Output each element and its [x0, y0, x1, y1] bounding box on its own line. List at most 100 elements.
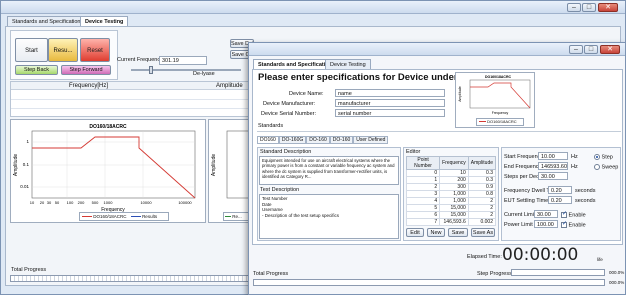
standard-tab-user-defined[interactable]: User Defined [353, 136, 389, 144]
table-row[interactable]: 4 1,000 2 [405, 197, 497, 205]
close-button[interactable]: ✕ [600, 45, 620, 54]
table-row[interactable]: 7 146,593.6 0.002 [405, 218, 497, 226]
settling-time-unit: seconds [575, 198, 596, 204]
current-limit-field[interactable]: 30.00 [534, 210, 558, 218]
cell-amplitude: 0.3 [467, 176, 497, 184]
cell-amplitude: 0.8 [467, 190, 497, 198]
power-limit-enable[interactable]: Enable [561, 220, 586, 228]
mini-plot-area [469, 79, 531, 109]
maximize-icon: □ [588, 46, 594, 53]
minimize-button[interactable]: – [567, 3, 581, 12]
new-button[interactable]: New [427, 228, 445, 237]
table-row[interactable]: 0 10 0.3 [405, 169, 497, 177]
tab-device-testing[interactable]: Device Testing [325, 59, 371, 69]
cell-frequency: 15,000 [439, 211, 469, 219]
minimize-button[interactable]: – [569, 45, 583, 54]
secondary-legend-swatch [225, 216, 231, 218]
secondary-chart-svg: Amplitude [211, 130, 250, 199]
cell-point: 1 [405, 176, 441, 184]
current-frequency-field[interactable]: 301.19 [159, 56, 207, 65]
x-tick: 10 [30, 200, 35, 205]
test-description-text[interactable]: Test Number Date Username - Description … [259, 194, 399, 239]
table-row[interactable]: 5 15,000 2 [405, 204, 497, 212]
settling-time-label: EUT Settling Time [504, 198, 549, 204]
table-row[interactable]: 6 15,000 2 [405, 211, 497, 219]
tab-standards[interactable]: Standards and Specifications [7, 16, 89, 26]
current-limit-label: Current Limit [504, 212, 536, 218]
cell-amplitude: 0.002 [467, 218, 497, 226]
cell-amplitude: 0.9 [467, 183, 497, 191]
table-row[interactable]: 2 300 0.9 [405, 183, 497, 191]
step-back-button[interactable]: Step Back [15, 65, 58, 75]
cell-frequency: 1,000 [439, 190, 469, 198]
serial-number-field[interactable]: serial number [335, 109, 445, 117]
resume-button[interactable]: Resu... [48, 38, 78, 62]
secondary-legend: Re... [223, 212, 249, 221]
step-radio[interactable]: Step [594, 154, 613, 160]
elapsed-time-unit: life [597, 257, 603, 262]
save-as-button[interactable]: Save As [471, 228, 495, 237]
legend-swatch-results [130, 216, 141, 218]
standard-description-text[interactable]: Equipment intended for use on aircraft e… [259, 156, 399, 185]
cell-point: 4 [405, 197, 441, 205]
standards-label: Standards [258, 123, 284, 129]
minimize-icon: – [572, 4, 576, 11]
cell-amplitude: 2 [467, 211, 497, 219]
dwell-time-field[interactable]: 0.20 [548, 186, 572, 194]
device-name-field[interactable]: name [335, 89, 445, 97]
checkbox-icon [561, 210, 567, 218]
step-forward-button[interactable]: Step Forward [61, 65, 111, 75]
start-button[interactable]: Start [15, 38, 48, 62]
standard-tab[interactable]: DO-160 [329, 136, 354, 144]
tab-device-testing[interactable]: Device Testing [80, 16, 129, 26]
current-limit-enable-label: Enable [568, 212, 586, 219]
standard-tab[interactable]: DO-160 [306, 136, 330, 144]
cell-point: 7 [405, 218, 441, 226]
start-frequency-field[interactable]: 10.00 [538, 152, 568, 160]
current-limit-enable[interactable]: Enable [561, 210, 586, 219]
editor-label: Editor [406, 149, 421, 155]
maximize-button[interactable]: □ [582, 3, 596, 12]
manufacturer-field[interactable]: manufacturer [335, 99, 445, 107]
serial-number-label: Device Serial Number: [261, 111, 317, 117]
cell-point: 5 [405, 204, 441, 212]
maximize-button[interactable]: □ [584, 45, 598, 54]
total-progress-percent: 000.0% [609, 280, 625, 285]
standard-description-label: Standard Description [260, 149, 312, 155]
cell-point: 6 [405, 211, 441, 219]
settling-time-field[interactable]: 0.20 [548, 196, 572, 204]
y-tick-0.01: 0.01 [20, 184, 29, 189]
cell-frequency: 200 [439, 176, 469, 184]
delay-slider-handle[interactable] [149, 66, 153, 74]
elapsed-time-value: 00:00:00 [502, 245, 579, 265]
checkbox-icon [561, 220, 567, 228]
save-button[interactable]: Save [448, 228, 468, 237]
power-limit-label: Power Limit [504, 222, 533, 228]
grid-header-frequency: Frequency[Hz] [69, 83, 109, 89]
power-limit-field[interactable]: 100.00 [534, 220, 558, 228]
grid-row-divider [11, 108, 249, 109]
front-window: – □ ✕ Standards and Specifications Devic… [248, 42, 626, 295]
x-tick: 200 [78, 200, 85, 205]
standard-tab[interactable]: DO-160G [278, 136, 307, 144]
table-row[interactable]: 1 200 0.3 [405, 176, 497, 184]
front-window-titlebar: – □ ✕ [249, 43, 625, 56]
y-tick-1: 1 [26, 139, 29, 144]
end-frequency-field[interactable]: 146593.60 [538, 162, 568, 170]
standard-tab[interactable]: DO160 [257, 136, 279, 144]
end-frequency-label: End Frequency [504, 164, 542, 170]
sweep-radio-label: Sweep [601, 164, 619, 171]
editor-header-frequency: Frequency [439, 156, 469, 170]
sweep-radio[interactable]: Sweep [594, 164, 618, 170]
mini-chart: DO160/18ACRC Frequency Amplitude DO160/1… [455, 72, 535, 128]
reset-button[interactable]: Reset [80, 38, 110, 62]
cell-frequency: 300 [439, 183, 469, 191]
x-tick: 100000 [178, 200, 192, 205]
table-row[interactable]: 3 1,000 0.8 [405, 190, 497, 198]
chart-plot-area [31, 130, 196, 199]
legend-spec: DO160/18ACRC [93, 214, 127, 219]
current-frequency-label: Current Frequency [117, 57, 163, 63]
steps-per-decade-field[interactable]: 30.00 [538, 172, 568, 180]
close-button[interactable]: ✕ [598, 3, 618, 12]
edit-button[interactable]: Edit [406, 228, 424, 237]
